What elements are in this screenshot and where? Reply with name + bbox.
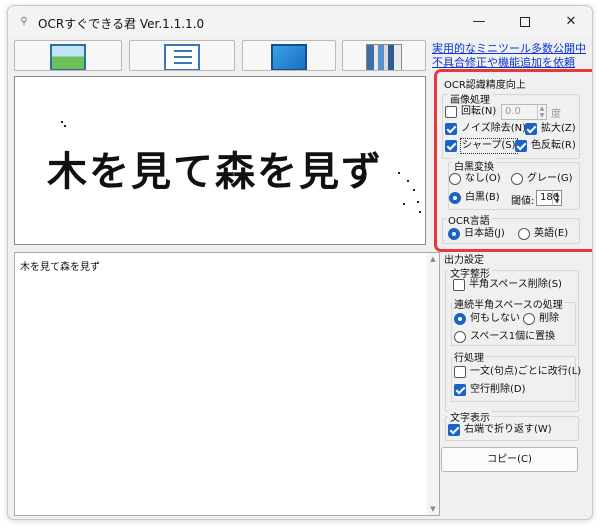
break-sentence-checkbox-box bbox=[454, 366, 466, 378]
image-preview: 木を見て森を見ず bbox=[14, 76, 426, 245]
highlight-frame bbox=[434, 69, 592, 252]
library-button[interactable] bbox=[342, 40, 426, 71]
open-file-list-button[interactable] bbox=[129, 40, 235, 71]
window-title: OCRすぐできる君 Ver.1.1.1.0 bbox=[38, 17, 205, 31]
remove-halfspace-label: 半角スペース削除(S) bbox=[469, 279, 562, 290]
space-nothing-radio[interactable]: 何もしない bbox=[454, 312, 520, 326]
noise-speck bbox=[413, 189, 415, 191]
noise-speck bbox=[417, 201, 419, 203]
space-replace-radio[interactable]: スペース1個に置換 bbox=[454, 330, 555, 344]
space-delete-radio-dot bbox=[523, 313, 535, 325]
noise-speck bbox=[407, 180, 409, 182]
consecutive-space-title: 連続半角スペースの処理 bbox=[452, 296, 565, 311]
display-title: 文字表示 bbox=[448, 409, 492, 424]
vertical-scrollbar[interactable]: ▲ ▼ bbox=[427, 253, 439, 515]
space-delete-label: 削除 bbox=[539, 313, 559, 324]
close-button[interactable]: ✕ bbox=[548, 6, 592, 38]
title-bar: ⚲ OCRすぐできる君 Ver.1.1.1.0 — ✕ bbox=[8, 6, 592, 38]
output-settings-title: 出力設定 bbox=[444, 255, 484, 266]
app-window: ⚲ OCRすぐできる君 Ver.1.1.1.0 — ✕ 実用的なミニツール多数公… bbox=[7, 5, 593, 520]
break-sentence-label: 一文(句点)ごとに改行(L) bbox=[470, 366, 582, 377]
minimize-button[interactable]: — bbox=[456, 6, 502, 38]
maximize-icon bbox=[520, 16, 530, 27]
wrap-text-checkbox-box bbox=[448, 424, 460, 436]
break-sentence-checkbox[interactable]: 一文(句点)ごとに改行(L) bbox=[454, 365, 581, 379]
noise-speck bbox=[403, 203, 405, 205]
wrap-text-label: 右端で折り返す(W) bbox=[464, 424, 552, 435]
request-link[interactable]: 不具合修正や機能追加を依頼 bbox=[432, 54, 575, 70]
remove-empty-line-checkbox-box bbox=[454, 384, 466, 396]
remove-empty-line-label: 空行削除(D) bbox=[470, 384, 526, 395]
preview-text: 木を見て森を見ず bbox=[47, 148, 383, 195]
maximize-button[interactable] bbox=[502, 6, 548, 38]
noise-speck bbox=[61, 121, 63, 123]
space-nothing-label: 何もしない bbox=[470, 313, 520, 324]
space-replace-radio-dot bbox=[454, 331, 466, 343]
noise-speck bbox=[398, 172, 400, 174]
remove-halfspace-checkbox-box bbox=[453, 279, 465, 291]
app-icon: ⚲ bbox=[20, 16, 28, 27]
books-icon bbox=[366, 44, 402, 70]
screen-capture-button[interactable] bbox=[242, 40, 336, 71]
remove-empty-line-checkbox[interactable]: 空行削除(D) bbox=[454, 383, 526, 397]
scroll-up-icon[interactable]: ▲ bbox=[427, 253, 439, 265]
monitor-capture-icon bbox=[271, 44, 307, 70]
image-open-icon bbox=[50, 44, 86, 70]
space-replace-label: スペース1個に置換 bbox=[470, 331, 556, 342]
noise-speck bbox=[419, 211, 421, 213]
wrap-text-checkbox[interactable]: 右端で折り返す(W) bbox=[448, 423, 552, 437]
document-list-icon bbox=[164, 44, 200, 70]
scroll-down-icon[interactable]: ▼ bbox=[427, 503, 439, 515]
remove-halfspace-checkbox[interactable]: 半角スペース削除(S) bbox=[453, 278, 562, 292]
open-image-button[interactable] bbox=[14, 40, 122, 71]
ocr-result-text: 木を見て森を見ず bbox=[20, 262, 100, 273]
space-nothing-radio-dot bbox=[454, 313, 466, 325]
noise-speck bbox=[64, 125, 66, 127]
line-processing-title: 行処理 bbox=[452, 349, 486, 364]
space-delete-radio[interactable]: 削除 bbox=[523, 312, 559, 326]
copy-button[interactable]: コピー(C) bbox=[441, 447, 578, 472]
ocr-result-textbox[interactable]: 木を見て森を見ず ▲ ▼ bbox=[14, 252, 440, 516]
